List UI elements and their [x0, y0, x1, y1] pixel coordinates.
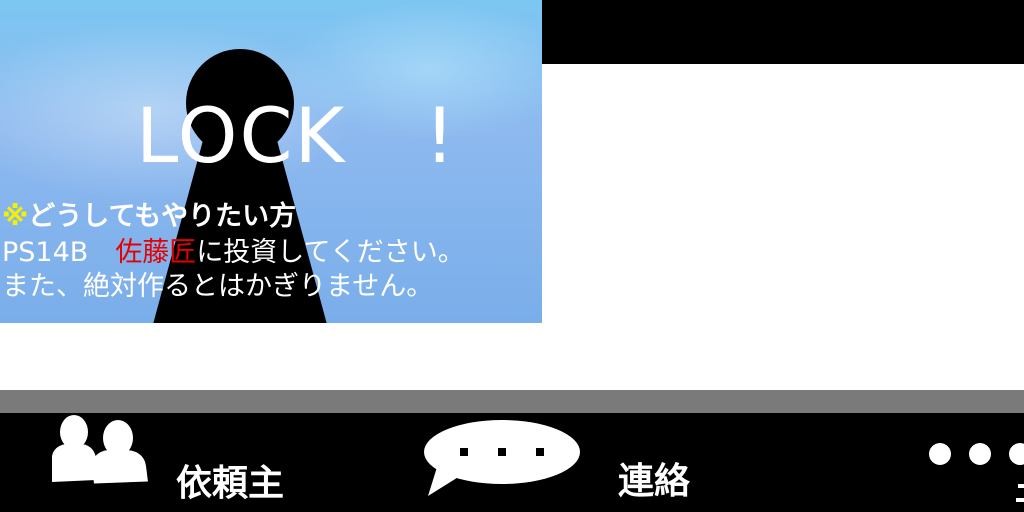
notice-heading: ※どうしてもやりたい方	[2, 200, 296, 234]
divider-bar	[0, 390, 1024, 413]
more-label-fragment	[1016, 484, 1024, 502]
lock-panel: LOCK ! ※どうしてもやりたい方 PS14B 佐藤匠に投資してください。 ま…	[0, 0, 542, 323]
reference-mark: ※	[2, 201, 29, 232]
client-nav-label[interactable]: 依頼主	[176, 464, 284, 504]
lock-title: LOCK !	[136, 91, 457, 180]
more-dots-icon[interactable]	[922, 436, 1024, 476]
contact-nav-label[interactable]: 連絡	[618, 462, 690, 502]
notice-line-disclaimer: また、絶対作るとはかぎりません。	[2, 271, 434, 302]
users-icon[interactable]	[36, 412, 156, 488]
notice-heading-text: どうしてもやりたい方	[28, 201, 297, 232]
invest-text: に投資してください。	[196, 237, 465, 268]
speech-bubble-icon[interactable]	[420, 418, 584, 498]
person-name: 佐藤匠	[115, 237, 197, 268]
top-bar	[540, 0, 1024, 64]
class-code: PS14B	[2, 237, 116, 268]
notice-line-invest: PS14B 佐藤匠に投資してください。	[2, 236, 465, 270]
